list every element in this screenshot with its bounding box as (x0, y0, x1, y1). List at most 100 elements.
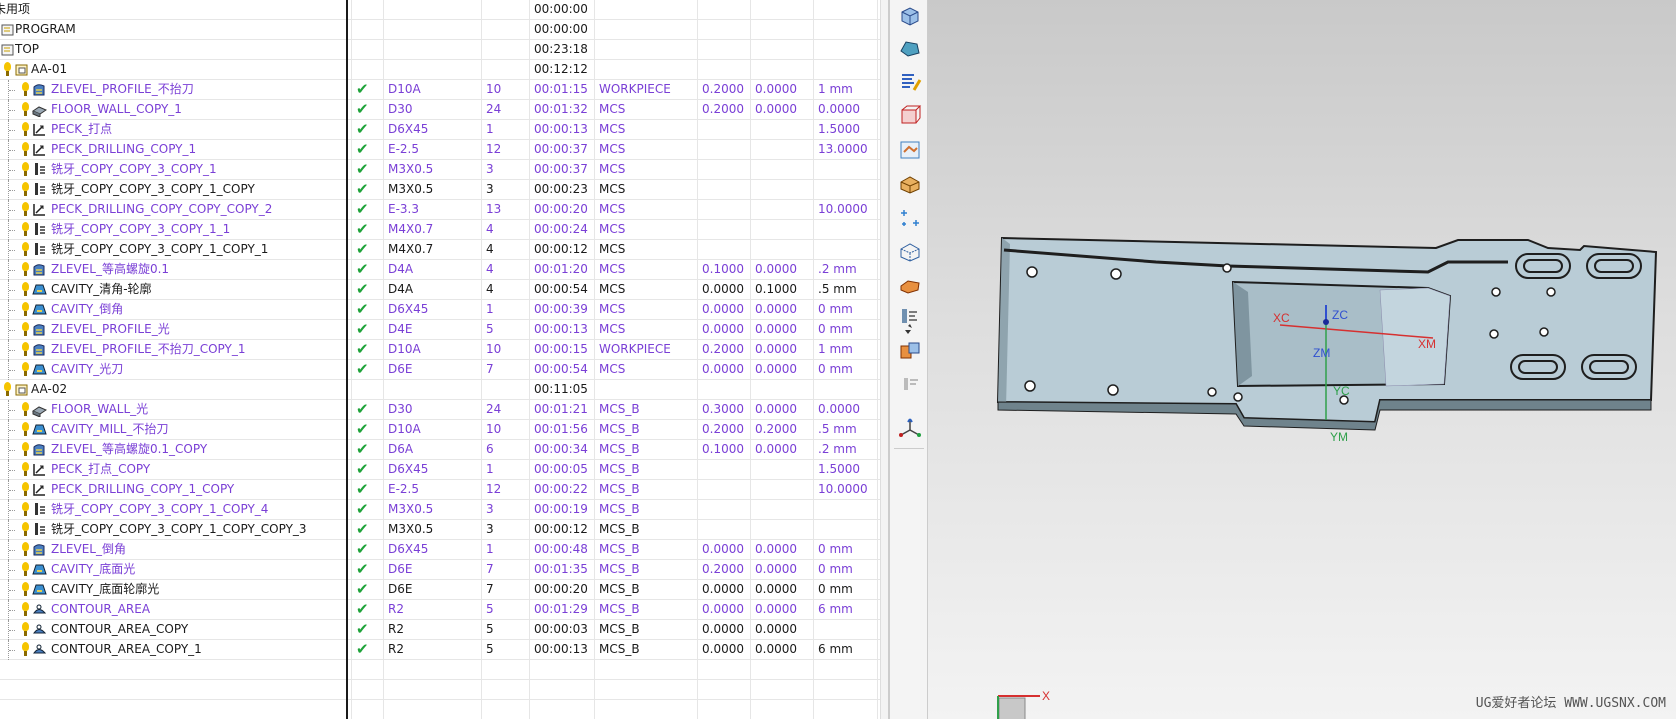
tree-branch (9, 410, 15, 411)
program-group-row[interactable]: AA-01 00:12:12 (0, 60, 888, 80)
operation-row[interactable]: ZLEVEL_PROFILE_不抬刀_COPY_1 ✔ D10A 10 00:00:15… (0, 340, 888, 360)
check-icon: ✔ (356, 160, 369, 178)
operation-row[interactable]: ZLEVEL_等高螺旋0.1_COPY ✔ D6A 6 00:00:34 MCS_B 0.1… (0, 440, 888, 460)
pin-grey-icon[interactable] (898, 374, 922, 398)
operation-row[interactable]: CONTOUR_AREA_COPY ✔ R2 5 00:00:03 MCS_B 0.0000… (0, 620, 888, 640)
operation-row[interactable]: PECK_打点_COPY✔D6X45100:00:05MCS_B1.50001 (0, 460, 888, 480)
contour-area-icon (32, 602, 47, 617)
program-row[interactable]: TOP 00:23:18 (0, 40, 888, 60)
operation-row[interactable]: 铣牙_COPY_COPY_3_COPY_1_1 ✔ M4X0.7 4 00:00:24 M… (0, 220, 888, 240)
geometry-cell: MCS (594, 320, 697, 340)
operation-row[interactable]: 铣牙_COPY_COPY_3_COPY_1 ✔ M3X0.5 3 00:00:37 MCS… (0, 160, 888, 180)
resource-bar (890, 0, 928, 719)
floor-stock-cell (750, 460, 813, 480)
tool-number-cell (481, 40, 529, 60)
column-divider[interactable] (346, 0, 348, 719)
name-cell: PECK_DRILLING_COPY_COPY_COPY_2 (0, 200, 349, 220)
tree-branch (9, 650, 15, 651)
axes-icon[interactable] (898, 416, 922, 440)
operation-row[interactable]: 铣牙_COPY_COPY_3_COPY_1_COPY_1 ✔ M4X0.7 4 00:0… (0, 240, 888, 260)
stock-cell: 0.2000 (697, 100, 750, 120)
tool-number-cell (481, 380, 529, 400)
box-icon[interactable] (898, 172, 922, 196)
graphics-viewport[interactable]: XC ZC ZM XM YC YM X UG爱好者论坛 WWW.UGSNX.CO… (928, 0, 1676, 719)
tree-branch (9, 250, 15, 251)
drilling-icon (32, 462, 47, 477)
operation-row[interactable]: FLOOR_WALL_光 ✔ D30 24 00:01:21 MCS_B 0.3000 0.0… (0, 400, 888, 420)
ym-label: YM (1330, 430, 1348, 444)
zlevel-profile-icon (32, 442, 47, 457)
operation-row[interactable]: CONTOUR_AREA_COPY_1 ✔ R2 5 00:00:13 MCS_B 0.00… (0, 640, 888, 660)
yc-label: YC (1333, 384, 1350, 398)
tool-cell: D4E (383, 320, 481, 340)
status-cell: ✔ (351, 180, 383, 200)
floor-stock-cell (750, 120, 813, 140)
floor-stock-cell (750, 160, 813, 180)
navigator-scrollbar[interactable] (880, 0, 888, 719)
operation-row[interactable]: FLOOR_WALL_COPY_1 ✔ D30 24 00:01:32 MCS 0.2000… (0, 100, 888, 120)
status-cell: ✔ (351, 260, 383, 280)
part-view-icon[interactable] (898, 4, 922, 28)
feature-view-icon[interactable] (898, 138, 922, 162)
operation-row[interactable]: PECK_打点✔D6X45100:00:13MCS1.50001 (0, 120, 888, 140)
program-row[interactable]: PROGRAM 00:00:00 (0, 20, 888, 40)
program-row[interactable]: 未用项 00:00:00 (0, 0, 888, 20)
status-cell: ✔ (351, 120, 383, 140)
time-cell: 00:00:05 (529, 460, 594, 480)
tree-branch (9, 170, 15, 171)
operation-row[interactable]: CAVITY_清角-轮廓 ✔ D4A 4 00:00:54 MCS 0.0000 0.1000… (0, 280, 888, 300)
cut-orange-icon[interactable] (898, 340, 922, 364)
floor-stock-cell (750, 240, 813, 260)
operation-row[interactable]: 铣牙_COPY_COPY_3_COPY_1_COPY ✔ M3X0.5 3 00:00:… (0, 180, 888, 200)
floor-stock-cell (750, 200, 813, 220)
time-cell: 00:00:37 (529, 140, 594, 160)
solid-body-icon[interactable] (898, 36, 922, 60)
operation-row[interactable]: ZLEVEL_PROFILE_光 ✔ D4E 5 00:00:13 MCS 0.0000 0.… (0, 320, 888, 340)
wireframe-box-icon[interactable] (898, 240, 922, 264)
program-folder-icon (1, 23, 14, 36)
stock-cell: 0.0000 (697, 540, 750, 560)
operation-row[interactable]: CAVITY_底面轮廓光 ✔ D6E 7 00:00:20 MCS_B 0.0000 0.00… (0, 580, 888, 600)
tool-drop-icon[interactable] (898, 306, 922, 330)
operation-row[interactable]: CAVITY_MILL_不抬刀 ✔ D10A 10 00:01:56 MCS_B 0.200… (0, 420, 888, 440)
name-cell: CAVITY_底面轮廓光 (0, 580, 349, 600)
snap-plus-icon[interactable] (898, 206, 922, 230)
tree-branch (9, 130, 15, 131)
status-cell: ✔ (351, 620, 383, 640)
operation-row[interactable]: CAVITY_倒角 ✔ D6X45 1 00:00:39 MCS 0.0000 0.0000 0… (0, 300, 888, 320)
row-name: ZLEVEL_PROFILE_光 (51, 322, 170, 336)
tool-number-cell: 1 (481, 300, 529, 320)
edit-list-icon[interactable] (898, 70, 922, 94)
operation-row[interactable]: CONTOUR_AREA ✔ R2 5 00:01:29 MCS_B 0.0000 0.000… (0, 600, 888, 620)
brick-icon[interactable] (898, 274, 922, 298)
depth-cell (813, 0, 877, 20)
depth-cell: 0.0000 (813, 400, 877, 420)
tool-number-cell (481, 20, 529, 40)
operation-row[interactable]: ZLEVEL_倒角 ✔ D6X45 1 00:00:48 MCS_B 0.0000 0.000… (0, 540, 888, 560)
thread-mill-icon (32, 522, 47, 537)
operation-row[interactable]: ZLEVEL_等高螺旋0.1 ✔ D4A 4 00:01:20 MCS 0.1000 0.00… (0, 260, 888, 280)
floor-stock-cell: 0.0000 (750, 580, 813, 600)
status-bulb-icon (22, 122, 29, 136)
operation-row[interactable]: PECK_DRILLING_COPY_1_COPY ✔ E-2.5 12 00:00:2… (0, 480, 888, 500)
operation-row[interactable]: 铣牙_COPY_COPY_3_COPY_1_COPY_COPY_3 ✔ M3X0.5… (0, 520, 888, 540)
status-bulb-icon (22, 542, 29, 556)
tool-cell: D30 (383, 400, 481, 420)
operation-row[interactable]: 铣牙_COPY_COPY_3_COPY_1_COPY_4 ✔ M3X0.5 3 00:0… (0, 500, 888, 520)
time-cell: 00:01:21 (529, 400, 594, 420)
dropdown-arrow-icon[interactable] (905, 330, 911, 334)
tool-cell: M4X0.7 (383, 220, 481, 240)
name-cell: CONTOUR_AREA_COPY (0, 620, 349, 640)
tool-cell (383, 60, 481, 80)
operation-row[interactable]: CAVITY_光刀 ✔ D6E 7 00:00:54 MCS 0.0000 0.0000 0 m… (0, 360, 888, 380)
operation-row[interactable]: PECK_DRILLING_COPY_1 ✔ E-2.5 12 00:00:37 MCS 1… (0, 140, 888, 160)
floor-stock-cell: 0.0000 (750, 540, 813, 560)
program-group-row[interactable]: AA-02 00:11:05 (0, 380, 888, 400)
operation-row[interactable]: PECK_DRILLING_COPY_COPY_COPY_2 ✔ E-3.3 13 00… (0, 200, 888, 220)
operation-row[interactable]: ZLEVEL_PROFILE_不抬刀 ✔ D10A 10 00:01:15 WORKPIE… (0, 80, 888, 100)
tool-cell (383, 380, 481, 400)
depth-cell: 0 mm (813, 580, 877, 600)
block-view-icon[interactable] (898, 104, 922, 128)
operation-row[interactable]: CAVITY_底面光 ✔ D6E 7 00:01:35 MCS_B 0.2000 0.0000… (0, 560, 888, 580)
tool-cell: M4X0.7 (383, 240, 481, 260)
